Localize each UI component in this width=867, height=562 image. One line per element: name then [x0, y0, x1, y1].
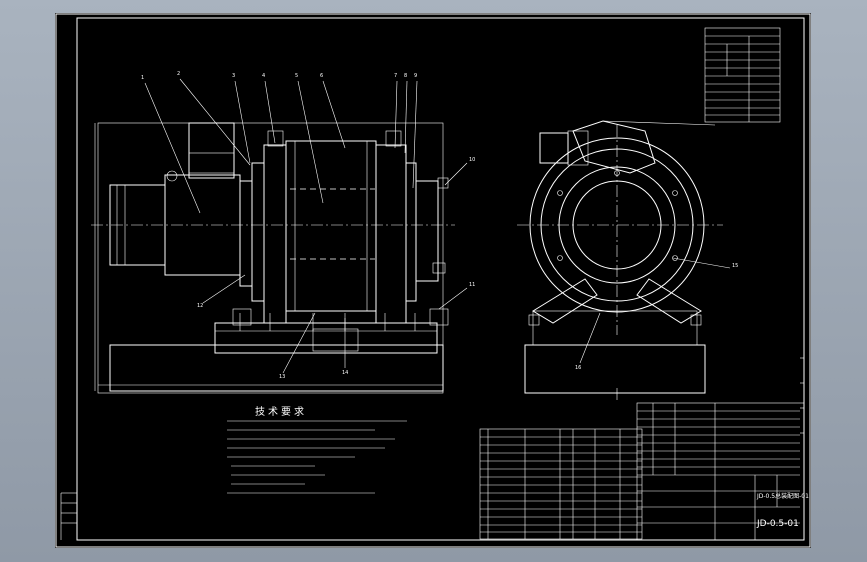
balloon-3: 3: [232, 73, 236, 79]
tech-text-lines: [227, 420, 407, 494]
balloon-13: 13: [279, 374, 286, 380]
balloon-16: 16: [575, 365, 582, 371]
balloon-8: 8: [404, 73, 408, 79]
balloon-5: 5: [295, 73, 299, 79]
side-view: [517, 120, 731, 400]
balloon-6: 6: [320, 73, 324, 79]
drawing-number-alt: JD-0.5总装配图-01: [757, 493, 809, 500]
parameter-table: [704, 27, 781, 123]
balloon-4: 4: [262, 73, 266, 79]
balloon-14: 14: [342, 370, 349, 376]
right-ticks: [800, 357, 804, 434]
balloon-15: 15: [732, 263, 739, 269]
balloon-10: 10: [469, 157, 476, 163]
inner-border: [76, 17, 805, 541]
balloon-12: 12: [197, 303, 204, 309]
balloon-11: 11: [469, 282, 476, 288]
tech-requirements-heading: 技术要求: [255, 407, 307, 418]
drawing-sheet: 技术要求 JD-0.5-01 JD-0.5总装配图-01 1 2 3 4 5 6…: [55, 13, 811, 548]
parts-list: [479, 428, 643, 540]
balloon-9: 9: [414, 73, 418, 79]
balloon-1: 1: [141, 75, 145, 81]
balloon-2: 2: [177, 71, 181, 77]
left-strip: [60, 492, 77, 540]
balloon-7: 7: [394, 73, 398, 79]
front-view: [91, 78, 468, 394]
drawing-number: JD-0.5-01: [757, 519, 799, 529]
assembly-drawing: [55, 13, 811, 548]
